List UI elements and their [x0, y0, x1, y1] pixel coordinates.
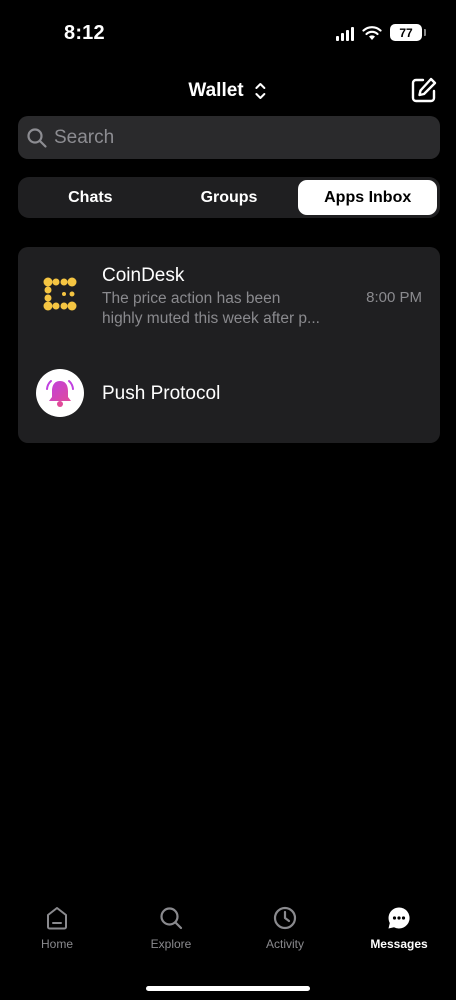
preview-line: highly muted this week after p...: [102, 310, 320, 327]
clock-icon: [273, 906, 297, 930]
nav-messages[interactable]: Messages: [342, 905, 456, 965]
status-bar: 8:12 77: [0, 0, 456, 70]
list-item[interactable]: CoinDesk The price action has been highl…: [18, 263, 440, 333]
tab-groups[interactable]: Groups: [160, 180, 299, 215]
cellular-signal-icon: [336, 25, 354, 41]
nav-label: Explore: [150, 937, 192, 951]
chat-bubble-icon: [388, 907, 410, 929]
inbox-tabs: Chats Groups Apps Inbox: [18, 177, 440, 218]
status-icons: 77: [336, 24, 426, 41]
nav-activity[interactable]: Activity: [228, 905, 342, 965]
list-item[interactable]: Push Protocol: [18, 369, 440, 419]
nav-explore[interactable]: Explore: [114, 905, 228, 965]
status-time: 8:12: [64, 22, 105, 44]
tab-chats[interactable]: Chats: [21, 180, 160, 215]
wallet-switcher[interactable]: Wallet: [188, 80, 267, 102]
wifi-icon: [362, 25, 382, 40]
nav-label: Home: [40, 937, 73, 951]
timestamp: 8:00 PM: [366, 289, 422, 306]
search-bar[interactable]: [18, 116, 440, 159]
push-protocol-bell-icon: [46, 380, 74, 407]
message-preview: The price action has been highly muted t…: [102, 289, 354, 329]
coindesk-logo-icon: [43, 277, 77, 311]
home-icon: [47, 907, 67, 930]
search-input[interactable]: [54, 126, 414, 149]
apps-inbox-list: CoinDesk The price action has been highl…: [18, 247, 440, 443]
header: Wallet: [0, 72, 456, 116]
app-name: CoinDesk: [102, 265, 185, 286]
app-name: Push Protocol: [102, 383, 221, 404]
preview-line: The price action has been: [102, 290, 281, 307]
tab-apps-inbox[interactable]: Apps Inbox: [298, 180, 438, 215]
nav-home[interactable]: Home: [0, 905, 114, 965]
page-title: Wallet: [188, 80, 244, 101]
avatar: [36, 271, 84, 319]
avatar: [36, 369, 84, 417]
search-icon: [27, 127, 47, 148]
search-icon: [160, 907, 183, 930]
nav-label: Messages: [370, 937, 428, 951]
nav-label: Activity: [265, 937, 304, 951]
home-indicator: [146, 986, 310, 991]
battery-indicator: 77: [390, 24, 426, 41]
chevron-up-down-icon: [255, 83, 266, 99]
bottom-navigation: Home Explore Activity Messages: [0, 905, 456, 965]
compose-icon[interactable]: [410, 76, 438, 104]
